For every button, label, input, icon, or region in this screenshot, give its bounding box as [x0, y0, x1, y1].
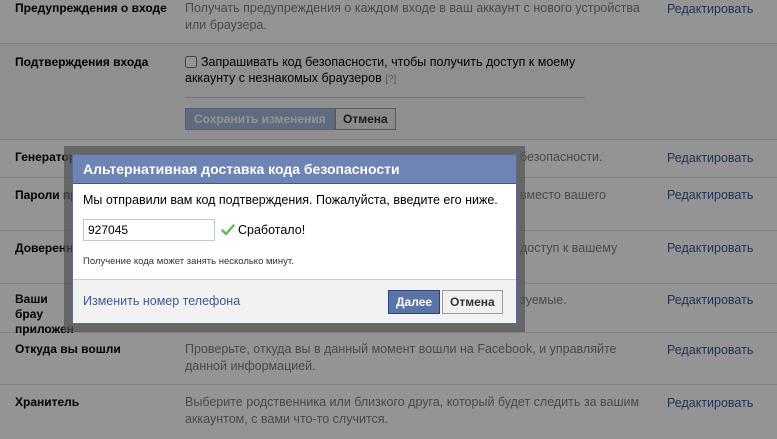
security-code-dialog: Альтернативная доставка кода безопасност…	[72, 154, 517, 324]
delivery-note: Получение кода может занять несколько ми…	[83, 256, 294, 267]
success-text: Сработало!	[238, 223, 306, 237]
settings-page: Предупреждения о входе Получать предупре…	[0, 0, 777, 439]
dialog-cancel-button[interactable]: Отмена	[442, 290, 503, 314]
change-phone-link[interactable]: Изменить номер телефона	[83, 294, 240, 308]
dialog-message: Мы отправили вам код подтверждения. Пожа…	[83, 193, 498, 207]
dialog-footer: Изменить номер телефона Далее Отмена	[73, 279, 516, 323]
continue-button[interactable]: Далее	[388, 290, 441, 314]
dialog-title: Альтернативная доставка кода безопасност…	[73, 155, 516, 184]
security-code-input[interactable]	[83, 219, 215, 241]
checkmark-icon	[221, 224, 235, 236]
